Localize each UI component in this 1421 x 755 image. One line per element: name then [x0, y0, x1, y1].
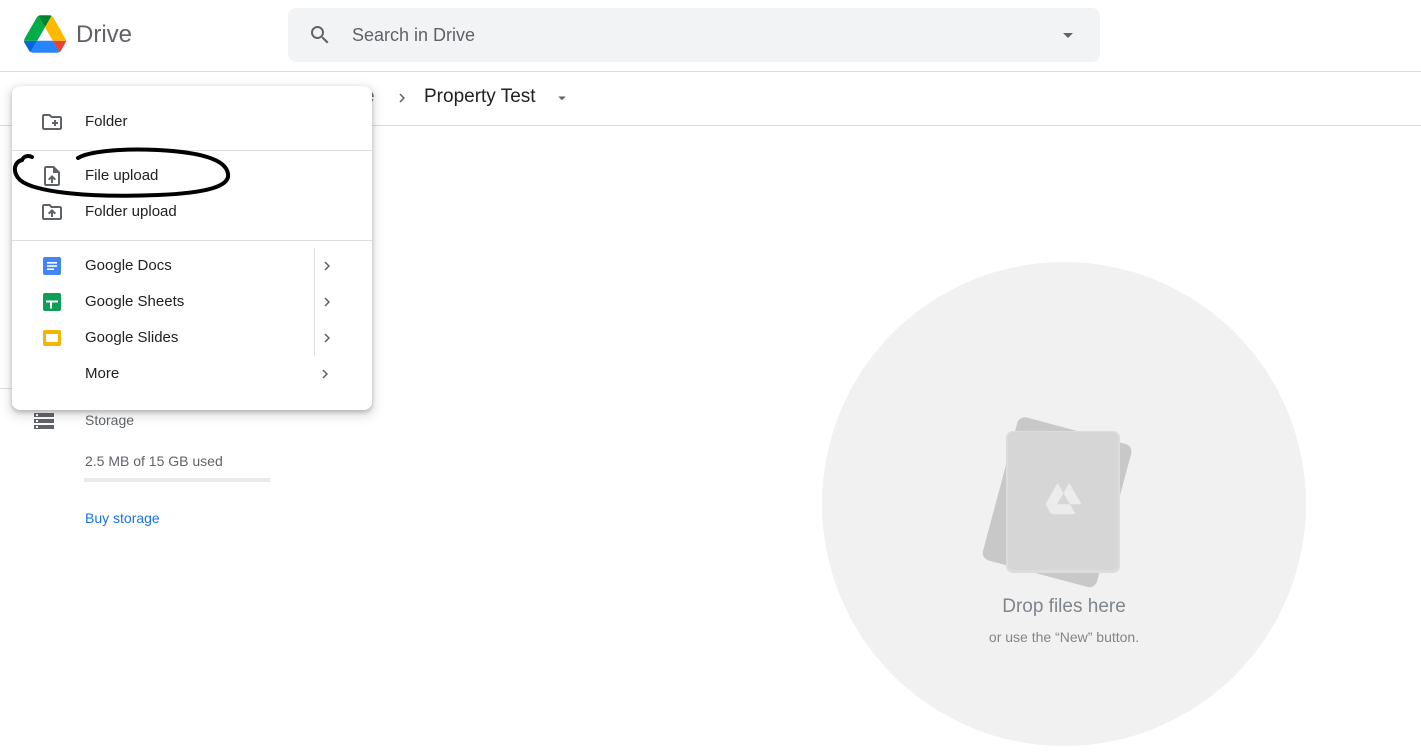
storage-used-text: 2.5 MB of 15 GB used: [85, 453, 223, 469]
search-bar: [288, 8, 1100, 62]
top-bar: Drive: [0, 0, 1421, 72]
google-sheets-icon: [43, 293, 61, 311]
search-icon[interactable]: [308, 23, 332, 47]
google-docs-icon: [43, 257, 61, 275]
search-input[interactable]: [352, 8, 1032, 62]
new-menu: Folder File upload Folder upload Google …: [12, 86, 372, 410]
buy-storage-link[interactable]: Buy storage: [85, 510, 160, 526]
menu-item-file-upload[interactable]: File upload: [12, 158, 372, 194]
empty-folder-illustration-icon: [982, 417, 1132, 588]
storage-label: Storage: [85, 412, 135, 428]
file-upload-icon: [44, 166, 60, 186]
menu-item-google-docs[interactable]: Google Docs: [12, 248, 372, 284]
menu-item-google-sheets[interactable]: Google Sheets: [12, 284, 372, 320]
breadcrumb-current-folder[interactable]: Property Test: [424, 86, 536, 108]
app-title[interactable]: Drive: [76, 20, 132, 50]
menu-divider: [12, 150, 372, 151]
menu-item-folder-upload[interactable]: Folder upload: [12, 194, 372, 230]
folder-upload-icon: [42, 204, 62, 220]
storage-icon: [34, 413, 54, 429]
submenu-button[interactable]: [314, 284, 351, 320]
menu-divider: [12, 240, 372, 241]
google-slides-icon: [43, 330, 61, 346]
submenu-button[interactable]: [314, 320, 351, 356]
submenu-button[interactable]: [314, 248, 351, 284]
menu-item-label: File upload: [85, 167, 159, 184]
chevron-right-icon: [399, 93, 405, 103]
chevron-right-icon: [324, 261, 330, 271]
folder-menu-caret-icon[interactable]: [553, 89, 571, 107]
drive-logo-icon[interactable]: [24, 15, 66, 53]
chevron-right-icon: [324, 333, 330, 343]
empty-state-subtitle: or use the “New” button.: [988, 629, 1140, 645]
empty-state-title: Drop files here: [1002, 596, 1126, 617]
chevron-right-icon: [322, 369, 328, 379]
search-options-caret-icon[interactable]: [1056, 23, 1080, 47]
menu-item-label: Google Docs: [85, 257, 172, 274]
menu-item-label: Folder upload: [85, 203, 177, 220]
menu-item-label: Folder: [85, 113, 128, 130]
menu-item-google-slides[interactable]: Google Slides: [12, 320, 372, 356]
menu-item-label: More: [85, 365, 120, 382]
menu-item-folder[interactable]: Folder: [12, 104, 372, 140]
menu-item-label: Google Slides: [85, 329, 179, 346]
storage-progress-bar: [84, 478, 270, 482]
new-folder-icon: [42, 114, 62, 130]
menu-item-more[interactable]: More: [12, 356, 372, 392]
chevron-right-icon: [324, 297, 330, 307]
menu-item-label: Google Sheets: [85, 293, 185, 310]
